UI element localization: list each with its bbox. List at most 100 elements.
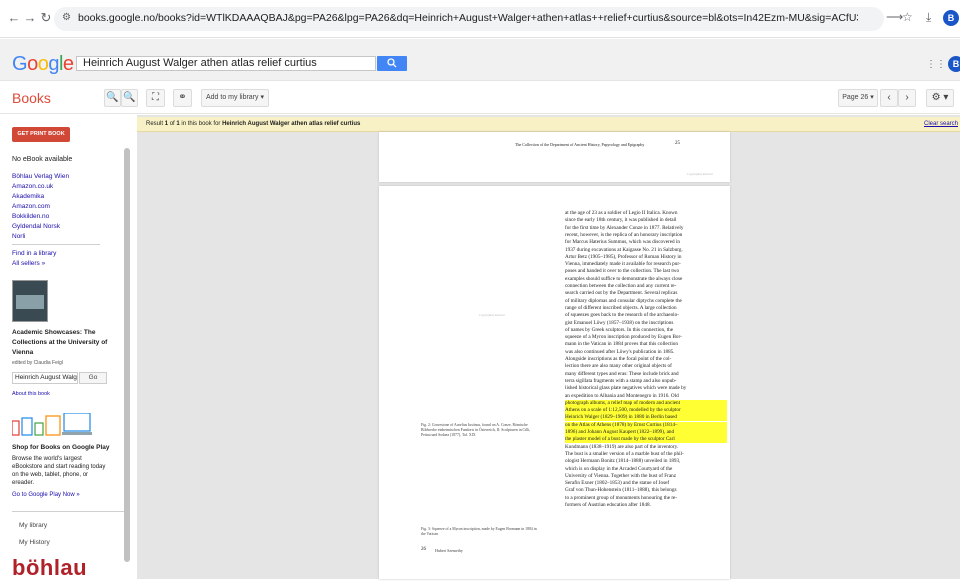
search-in-book-go-button[interactable]: Go — [79, 372, 107, 384]
text-line: formers of Austrian education after 1848… — [565, 502, 651, 508]
translate-icon[interactable]: ⟶ — [886, 10, 903, 24]
my-history-link[interactable]: My History — [19, 539, 50, 546]
add-to-library-button[interactable]: Add to my library ▾ — [201, 89, 269, 107]
highlighted-text-line: Athens on a scale of 1:12,500, modelled … — [565, 407, 727, 414]
book-title-line: Academic Showcases: The — [12, 329, 96, 336]
about-book-link[interactable]: About this book — [12, 391, 50, 397]
text-line: connection between the collection and an… — [565, 283, 677, 289]
zoom-out-button[interactable]: 🔍 — [104, 89, 121, 107]
devices-icon — [12, 413, 92, 436]
page-select[interactable]: Page 26 ▾ — [838, 89, 878, 107]
figure-caption: Fig. 2: Gravestone of Aurelius Iustinus,… — [421, 423, 528, 427]
image-placeholder: Copyrighted material — [479, 313, 505, 317]
text-line: squeeze of a Myron inscription produced … — [565, 334, 682, 341]
seller-link[interactable]: Akademika — [12, 193, 44, 200]
zoom-out-icon: 🔍 — [106, 92, 119, 103]
back-icon[interactable]: ← — [6, 10, 22, 26]
books-section-title[interactable]: Books — [12, 90, 51, 106]
page-number: 25 — [675, 141, 680, 146]
zoom-in-button[interactable]: 🔍 — [121, 89, 138, 107]
all-sellers-link[interactable]: All sellers » — [12, 260, 45, 267]
text-line: Kundmann (1838–1919) are also part of th… — [565, 443, 679, 450]
text-line: 1937 during excavations at Kaigasse No. … — [565, 246, 683, 253]
google-header: Google Heinrich August Walger athen atla… — [0, 39, 960, 81]
result-mid: in this book for — [179, 121, 223, 127]
shop-google-play-title: Shop for Books on Google Play — [12, 444, 110, 451]
text-line: ologist Hermann Bonitz (1814–1888) unvei… — [565, 458, 681, 465]
google-play-link[interactable]: Go to Google Play Now » — [12, 492, 80, 498]
text-line: to a prominent group of monuments honour… — [565, 494, 678, 501]
sidebar-scrollbar[interactable] — [124, 148, 130, 562]
book-title-line: Collections at the University of — [12, 339, 108, 346]
chevron-left-icon: ‹ — [887, 92, 891, 103]
book-cover-thumbnail[interactable] — [12, 280, 48, 322]
book-editor: edited by Claudia Feigl — [12, 360, 63, 366]
browser-profile-avatar[interactable]: B — [943, 10, 959, 26]
download-icon[interactable]: ⤓ — [926, 10, 931, 25]
seller-link[interactable]: Amazon.com — [12, 203, 50, 210]
seller-link[interactable]: Böhlau Verlag Wien — [12, 173, 69, 180]
text-line: examples should suffice to demonstrate t… — [565, 275, 683, 282]
fullscreen-button[interactable]: ⛶ — [146, 89, 165, 107]
shop-description-line: on the web, tablet, phone, or — [12, 472, 89, 478]
find-library-link[interactable]: Find in a library — [12, 250, 56, 257]
book-page[interactable]: Copyrighted material at the age of 23 as… — [379, 186, 730, 579]
shop-description-line: eBookstore and start reading today — [12, 464, 106, 470]
running-head: The Collection of the Department of Anci… — [515, 142, 645, 147]
my-library-link[interactable]: My library — [19, 522, 47, 529]
address-bar[interactable]: ⚙ books.google.no/books?id=WTlKDAAAQBAJ&… — [54, 7, 884, 31]
sidebar: GET PRINT BOOK No eBook available Böhlau… — [0, 115, 136, 580]
result-prefix: Result — [146, 121, 165, 127]
book-page[interactable]: The Collection of the Department of Anci… — [379, 132, 730, 182]
highlighted-text-line: 1896) and Johann August Kaupert (1822–18… — [565, 429, 727, 436]
chevron-right-icon: › — [905, 92, 909, 103]
url-text[interactable]: books.google.no/books?id=WTlKDAAAQBAJ&pg… — [78, 12, 858, 24]
page-author: Hubert Szemethy — [435, 548, 463, 553]
link-button[interactable]: ⚭ — [173, 89, 192, 107]
google-logo[interactable]: Google — [12, 53, 74, 76]
text-line: poses and handed it over to the collecti… — [565, 268, 680, 275]
no-ebook-text: No eBook available — [12, 156, 73, 163]
text-line: Vienna, immediately made it available fo… — [565, 261, 681, 268]
copyright-notice: Copyrighted material — [687, 172, 713, 176]
seller-link[interactable]: Amazon.co.uk — [12, 183, 53, 190]
search-icon — [387, 58, 397, 68]
seller-link[interactable]: Norli — [12, 233, 25, 240]
text-line: Graf von Thun-Hohenstein (1811–1888), th… — [565, 487, 677, 494]
text-line: search carried out by the Department. Se… — [565, 290, 678, 297]
text-line: for Marcus Haterius Summus, which was di… — [565, 239, 680, 246]
next-page-button[interactable]: › — [898, 89, 916, 107]
gear-icon: ⚙ ▾ — [931, 92, 949, 103]
highlighted-text-line: photograph albums, a relief map of moder… — [565, 399, 727, 407]
browser-chrome: ← → ↻ ⚙ books.google.no/books?id=WTlKDAA… — [0, 0, 960, 38]
search-input[interactable]: Heinrich August Walger athen atlas relie… — [76, 56, 376, 71]
forward-icon[interactable]: → — [22, 10, 38, 26]
google-profile-avatar[interactable]: B — [948, 56, 960, 72]
text-line: lection there are also many other origin… — [565, 363, 672, 370]
search-button[interactable] — [377, 56, 407, 71]
book-title-line: Vienna — [12, 349, 34, 356]
search-in-book-input[interactable]: Heinrich August Walg — [12, 372, 78, 384]
text-line: mann in the Vatican in 1884 proves that … — [565, 341, 678, 348]
settings-button[interactable]: ⚙ ▾ — [926, 89, 954, 107]
text-line: of military diplomas and consular diptyc… — [565, 297, 682, 304]
text-line: The bust is a smaller version of a marbl… — [565, 450, 684, 457]
site-info-icon[interactable]: ⚙ — [62, 12, 71, 23]
apps-grid-icon[interactable]: ⋮⋮ — [926, 59, 946, 70]
seller-link[interactable]: Gyldendal Norsk — [12, 223, 60, 230]
reload-icon[interactable]: ↻ — [38, 10, 54, 26]
seller-link[interactable]: Bokkilden.no — [12, 213, 49, 220]
highlighted-text-line: on the Atlas of Athens (1878) by Ernst C… — [565, 421, 727, 429]
get-print-book-button[interactable]: GET PRINT BOOK — [12, 127, 70, 142]
text-line: many different types and eras: These inc… — [565, 370, 679, 377]
figure-caption: Pettau und Sodaea (1877), Taf. XIX — [421, 433, 476, 437]
text-line: which is on display in the Arcaded Court… — [565, 465, 673, 472]
bookmark-star-icon[interactable]: ☆ — [902, 10, 913, 24]
text-line: Alongside inscriptions as the focal poin… — [565, 356, 672, 362]
shop-description-line: ereader. — [12, 480, 35, 486]
clear-search-link[interactable]: Clear search — [924, 117, 958, 132]
text-line: was also continued after Löwy's publicat… — [565, 348, 675, 355]
text-line: terra sigillata fragments with a stamp a… — [565, 377, 677, 384]
prev-page-button[interactable]: ‹ — [880, 89, 898, 107]
text-line: of names by Greek sculptors. In this con… — [565, 326, 674, 333]
